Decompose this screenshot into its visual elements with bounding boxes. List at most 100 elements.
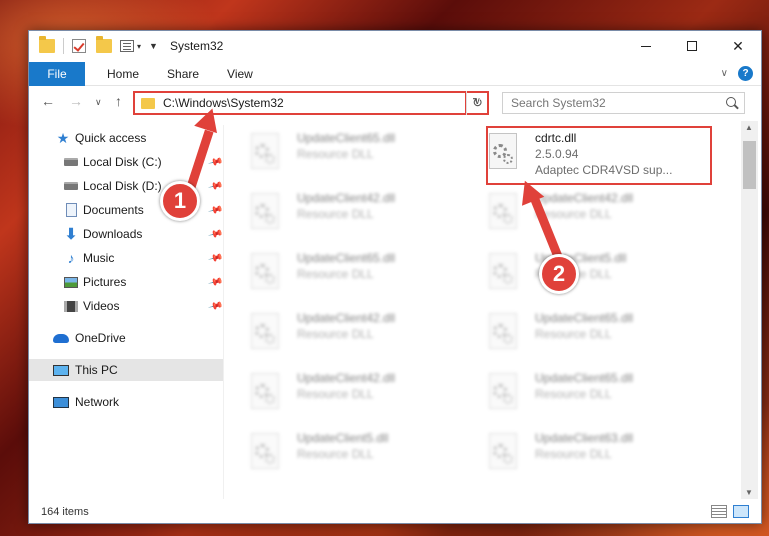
details-view-icon[interactable] bbox=[711, 505, 727, 518]
maximize-button[interactable] bbox=[669, 31, 715, 61]
disk-icon bbox=[63, 155, 79, 169]
folder-icon bbox=[141, 97, 155, 109]
list-item[interactable]: UpdateClient5.dll Resource DLL bbox=[227, 425, 457, 477]
list-item[interactable]: UpdateClient65.dll Resource DLL bbox=[465, 365, 695, 417]
close-button[interactable]: ✕ bbox=[715, 31, 761, 61]
status-bar: 164 items bbox=[29, 501, 761, 523]
file-type: Resource DLL bbox=[297, 387, 374, 401]
dll-file-icon bbox=[489, 373, 517, 409]
search-input[interactable]: Search System32 bbox=[511, 96, 606, 110]
sidebar-item-pictures[interactable]: Pictures 📌 bbox=[29, 271, 223, 293]
list-item[interactable]: UpdateClient65.dll Resource DLL bbox=[227, 245, 457, 297]
pin-icon[interactable]: 📌 bbox=[207, 298, 223, 314]
list-item[interactable]: UpdateClient65.dll Resource DLL bbox=[465, 305, 695, 357]
dll-file-icon bbox=[251, 253, 279, 289]
tab-file[interactable]: File bbox=[29, 61, 85, 86]
callout-badge-1: 1 bbox=[160, 181, 200, 221]
ribbon-tabs: File Home Share View ∨ ? bbox=[29, 61, 761, 86]
sidebar-item-label: OneDrive bbox=[75, 331, 126, 345]
quick-access-toolbar-dropdown-icon[interactable]: ▼ bbox=[149, 41, 158, 51]
sidebar-item-label: Videos bbox=[83, 299, 120, 313]
sidebar-item-label: Documents bbox=[83, 203, 144, 217]
dll-file-icon bbox=[251, 193, 279, 229]
minimize-button[interactable] bbox=[623, 31, 669, 61]
onedrive-icon bbox=[53, 331, 69, 345]
sidebar-item-label: Network bbox=[75, 395, 120, 409]
file-type: Resource DLL bbox=[535, 387, 612, 401]
file-name: UpdateClient42.dll bbox=[297, 311, 396, 325]
file-name: UpdateClient42.dll bbox=[535, 191, 634, 205]
pin-icon[interactable]: 📌 bbox=[207, 274, 223, 290]
pin-icon[interactable]: 📌 bbox=[207, 250, 223, 266]
list-item[interactable]: UpdateClient42.dll Resource DLL bbox=[227, 365, 457, 417]
file-name: UpdateClient63.dll bbox=[535, 431, 634, 445]
tab-home[interactable]: Home bbox=[93, 62, 153, 86]
tab-share[interactable]: Share bbox=[153, 62, 213, 86]
search-icon[interactable] bbox=[726, 97, 736, 107]
file-name: UpdateClient42.dll bbox=[297, 371, 396, 385]
list-item[interactable]: UpdateClient63.dll Resource DLL bbox=[465, 425, 695, 477]
recent-locations-chevron-icon[interactable]: ∨ bbox=[95, 97, 102, 108]
list-item[interactable]: UpdateClient42.dll Resource DLL bbox=[465, 185, 695, 237]
forward-arrow-icon[interactable]: → bbox=[69, 93, 83, 109]
scroll-down-icon[interactable]: ▼ bbox=[745, 488, 753, 497]
title-bar: ▾ ▼ System32 ✕ bbox=[29, 31, 761, 61]
close-icon: ✕ bbox=[732, 37, 744, 54]
dll-file-icon bbox=[251, 133, 279, 169]
search-box[interactable]: Search System32 bbox=[502, 92, 745, 114]
list-item[interactable]: UpdateClient5.dll Resource DLL bbox=[465, 245, 695, 297]
pane-divider[interactable] bbox=[223, 125, 224, 499]
file-highlight-box bbox=[486, 126, 712, 185]
sidebar-item-network[interactable]: Network bbox=[29, 391, 223, 413]
file-type: Resource DLL bbox=[297, 327, 374, 341]
pin-icon[interactable]: 📌 bbox=[207, 178, 223, 194]
sidebar-item-music[interactable]: ♪ Music 📌 bbox=[29, 247, 224, 269]
expand-ribbon-chevron-icon[interactable]: ∨ bbox=[721, 68, 728, 79]
new-folder-icon[interactable] bbox=[96, 36, 112, 53]
ribbon-right-controls: ∨ ? bbox=[721, 66, 753, 81]
file-type: Resource DLL bbox=[297, 447, 374, 461]
sidebar-item-downloads[interactable]: ⬇ Downloads 📌 bbox=[29, 223, 224, 245]
navigation-bar: ← → ∨ ↑ C:\Windows\System32 ∨ ↻ Search S… bbox=[29, 89, 761, 117]
file-name: UpdateClient65.dll bbox=[535, 311, 634, 325]
list-item[interactable]: UpdateClient65.dll Resource DLL bbox=[227, 125, 457, 177]
minimize-icon bbox=[641, 45, 651, 47]
up-arrow-icon[interactable]: ↑ bbox=[115, 93, 122, 109]
sidebar-item-label: Pictures bbox=[83, 275, 127, 289]
tab-view[interactable]: View bbox=[213, 62, 267, 86]
sidebar-item-label: Downloads bbox=[83, 227, 143, 241]
dll-file-icon bbox=[489, 253, 517, 289]
file-type: Resource DLL bbox=[297, 147, 374, 161]
properties-check-icon[interactable] bbox=[72, 39, 86, 53]
sidebar-item-this-pc[interactable]: This PC bbox=[29, 359, 223, 381]
pin-icon[interactable]: 📌 bbox=[207, 202, 223, 218]
scroll-thumb[interactable] bbox=[743, 141, 756, 189]
scroll-up-icon[interactable]: ▲ bbox=[745, 123, 753, 132]
dll-file-icon bbox=[489, 433, 517, 469]
dll-file-icon bbox=[251, 373, 279, 409]
back-arrow-icon[interactable]: ← bbox=[41, 93, 55, 109]
help-icon[interactable]: ? bbox=[738, 66, 753, 81]
list-item[interactable]: UpdateClient42.dll Resource DLL bbox=[227, 305, 457, 357]
file-name: UpdateClient5.dll bbox=[297, 431, 389, 445]
quick-access-separator bbox=[63, 38, 64, 54]
sidebar-item-videos[interactable]: Videos 📌 bbox=[29, 295, 223, 317]
refresh-button[interactable]: ↻ bbox=[466, 91, 488, 115]
dll-file-icon bbox=[251, 433, 279, 469]
tiles-view-icon[interactable] bbox=[733, 505, 749, 518]
sidebar-item-label: This PC bbox=[75, 363, 118, 377]
list-item[interactable]: UpdateClient42.dll Resource DLL bbox=[227, 185, 457, 237]
vertical-scrollbar[interactable]: ▲ ▼ bbox=[741, 121, 758, 499]
callout-badge-2: 2 bbox=[539, 254, 579, 294]
sidebar-item-label: Local Disk (C:) bbox=[83, 155, 162, 169]
pin-icon[interactable]: 📌 bbox=[207, 154, 223, 170]
sidebar-item-onedrive[interactable]: OneDrive bbox=[29, 327, 223, 349]
address-bar[interactable]: C:\Windows\System32 ∨ bbox=[133, 91, 489, 115]
sidebar-item-quick-access[interactable]: ★ Quick access bbox=[29, 127, 223, 149]
item-count: 164 items bbox=[41, 506, 89, 518]
sidebar-item-label: Local Disk (D:) bbox=[83, 179, 162, 193]
customize-view-icon[interactable] bbox=[120, 40, 134, 52]
chevron-down-icon[interactable]: ▾ bbox=[137, 42, 141, 51]
pin-icon[interactable]: 📌 bbox=[207, 226, 223, 242]
sidebar-item-label: Music bbox=[83, 251, 115, 265]
